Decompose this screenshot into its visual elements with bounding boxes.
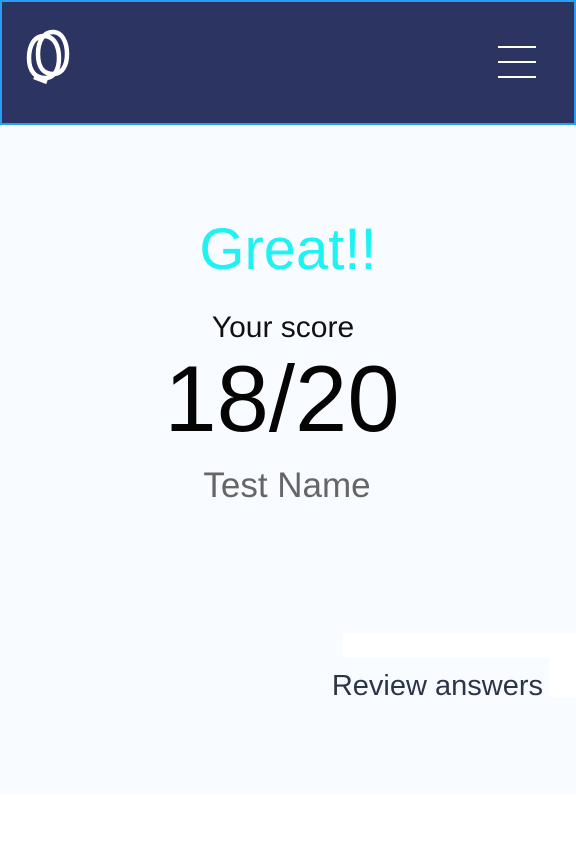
score-label: Your score — [211, 311, 355, 344]
score-value: 18/20 — [164, 346, 400, 451]
double-q-logo-icon[interactable] — [26, 28, 70, 84]
app-header — [0, 0, 576, 125]
hamburger-menu-icon[interactable] — [498, 46, 540, 78]
test-name: Test Name — [203, 466, 371, 505]
result-headline: Great!! — [199, 217, 377, 282]
review-answers-button[interactable]: Review answers — [325, 658, 549, 718]
menu-bar-bottom — [498, 76, 536, 78]
menu-bar-top — [498, 46, 536, 48]
menu-bar-middle — [498, 61, 536, 63]
quiz-result-screen: Great!! Your score 18/20 Test Name Revie… — [0, 0, 576, 856]
result-content: Great!! Your score 18/20 Test Name Revie… — [0, 125, 576, 795]
